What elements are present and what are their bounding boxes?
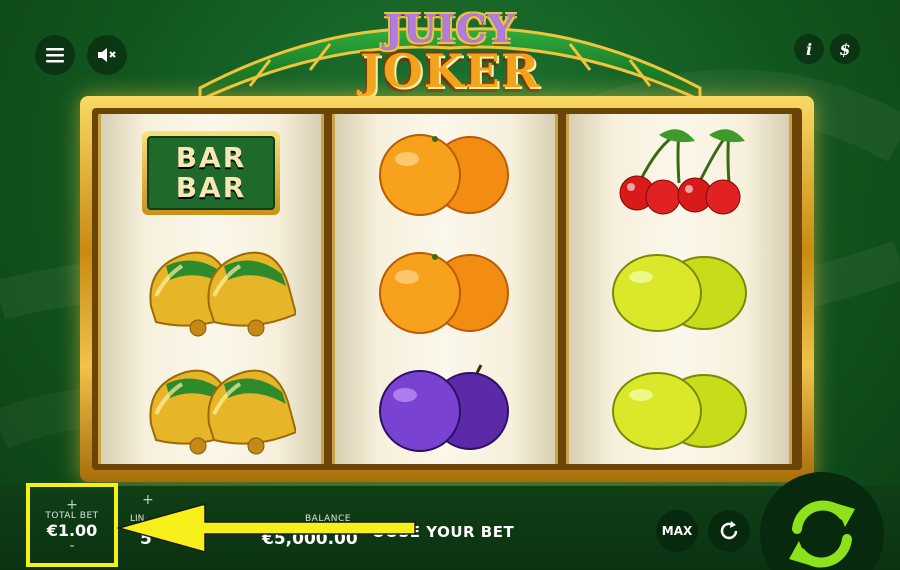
max-bet-button[interactable]: MAX: [656, 510, 698, 552]
reel-2: [332, 114, 558, 464]
reels-frame: BAR BAR: [80, 96, 814, 482]
bar-text-2: BAR: [175, 171, 247, 204]
bar-text-1: BAR: [175, 141, 247, 174]
cherry-icon: [619, 129, 745, 215]
plum-icon: [379, 364, 509, 452]
orange-symbol: [335, 114, 555, 232]
bet-minus-button[interactable]: -: [69, 539, 74, 553]
bet-plus-button[interactable]: +: [66, 498, 78, 512]
plum-symbol: [335, 350, 555, 468]
cherry-symbol: [569, 114, 789, 232]
orange-icon: [379, 252, 509, 334]
lemon-symbol: [569, 350, 789, 468]
orange-icon: [379, 134, 509, 216]
reel-3: [566, 114, 792, 464]
spin-icon: [789, 500, 855, 568]
annotation-arrow: [116, 503, 416, 553]
total-bet-value: €1.00: [46, 520, 98, 540]
bell-symbol: [101, 350, 321, 468]
bell-icon: [149, 251, 296, 337]
total-bet-label: TOTAL BET: [45, 510, 99, 521]
autoplay-icon: [720, 521, 738, 540]
logo-title-joker: JOKER: [359, 44, 541, 98]
orange-symbol: [335, 232, 555, 350]
reel-1: BAR BAR: [98, 114, 324, 464]
bar-bar-symbol: BAR BAR: [101, 114, 321, 232]
lemon-symbol: [569, 232, 789, 350]
autoplay-button[interactable]: [708, 510, 750, 552]
bell-icon: [149, 369, 296, 455]
total-bet-control[interactable]: + TOTAL BET €1.00 -: [26, 483, 118, 567]
lemon-icon: [612, 372, 747, 450]
reels-area: BAR BAR: [92, 108, 802, 470]
max-bet-label: MAX: [661, 524, 693, 538]
lemon-icon: [612, 254, 747, 332]
bell-symbol: [101, 232, 321, 350]
